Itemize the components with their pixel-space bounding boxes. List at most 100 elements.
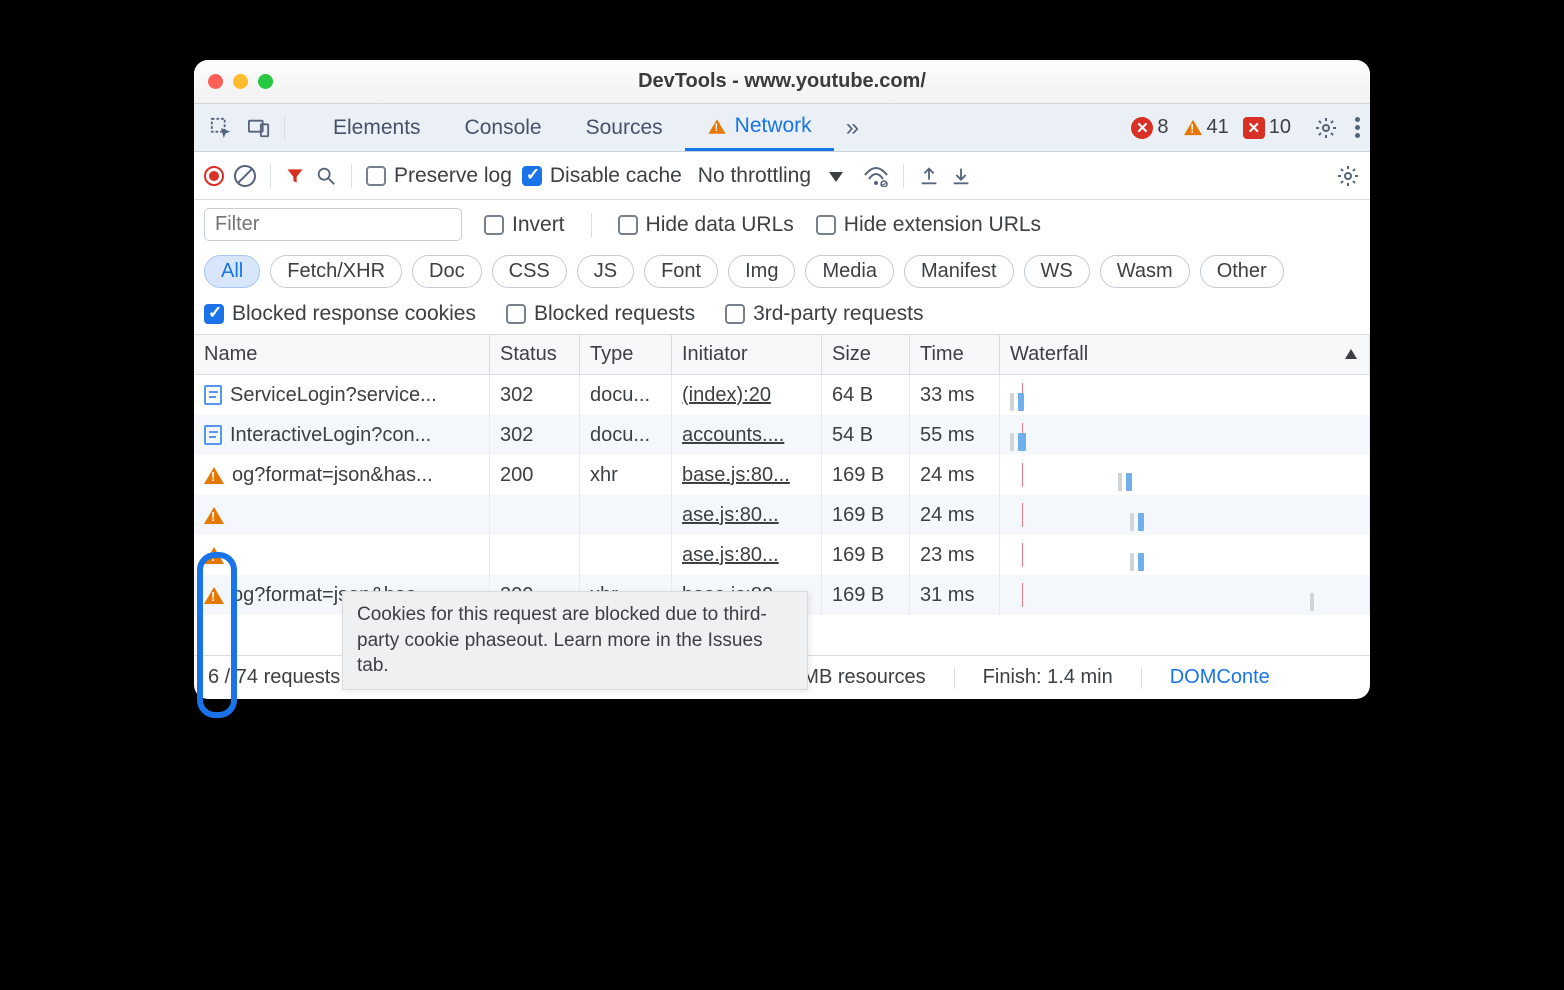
col-header-type[interactable]: Type [580,335,672,374]
warning-icon [204,507,224,524]
table-row[interactable]: ServiceLogin?service... 302docu... (index)… [194,375,1370,415]
waterfall-bar [1138,513,1144,531]
chip-js[interactable]: JS [577,255,634,288]
blocked-requests-checkbox[interactable]: Blocked requests [506,302,695,326]
status-cell [490,535,580,575]
col-header-initiator[interactable]: Initiator [672,335,822,374]
upload-har-icon[interactable] [918,165,940,187]
request-name: InteractiveLogin?con... [230,424,431,447]
more-tabs-icon[interactable]: » [846,114,859,142]
third-party-requests-checkbox[interactable]: 3rd-party requests [725,302,923,326]
invert-checkbox[interactable]: Invert [484,213,565,237]
warning-icon [1184,120,1202,135]
status-domcontent[interactable]: DOMConte [1170,666,1270,689]
chip-all[interactable]: All [204,255,260,288]
separator [591,213,592,237]
initiator-link[interactable]: ase.js:80... [682,544,779,567]
col-header-size[interactable]: Size [822,335,910,374]
chip-font[interactable]: Font [644,255,718,288]
search-icon[interactable] [315,165,337,187]
more-menu-icon[interactable] [1355,117,1360,138]
col-header-time[interactable]: Time [910,335,1000,374]
tab-elements[interactable]: Elements [311,104,443,151]
initiator-link[interactable]: ase.js:80... [682,504,779,527]
separator [954,667,955,689]
type-filter-chips: All Fetch/XHR Doc CSS JS Font Img Media … [194,249,1370,298]
table-row[interactable]: og?format=json&has...200xhrbase.js:80...… [194,455,1370,495]
throttling-select[interactable]: No throttling [698,164,843,188]
table-row[interactable]: ase.js:80...169 B23 ms [194,535,1370,575]
initiator-link[interactable]: base.js:80... [682,464,790,487]
network-conditions-icon[interactable] [863,165,889,187]
record-button[interactable] [204,166,224,186]
tab-console[interactable]: Console [443,104,564,151]
waterfall-bar [1126,473,1132,491]
separator [351,164,352,188]
hide-data-urls-checkbox[interactable]: Hide data URLs [618,213,794,237]
tab-sources[interactable]: Sources [564,104,685,151]
time-cell: 31 ms [910,575,1000,615]
document-icon [204,425,222,445]
type-cell [580,495,672,535]
device-toolbar-icon[interactable] [242,111,276,145]
filter-row: Invert Hide data URLs Hide extension URL… [194,200,1370,249]
network-settings-gear-icon[interactable] [1336,164,1360,188]
warning-counter[interactable]: 41 [1183,116,1229,139]
download-har-icon[interactable] [950,165,972,187]
dropdown-caret-icon [829,172,843,182]
initiator-link[interactable]: accounts.... [682,424,784,447]
settings-gear-icon[interactable] [1309,111,1343,145]
col-header-status[interactable]: Status [490,335,580,374]
tab-network[interactable]: Network [685,104,834,151]
preserve-log-checkbox[interactable]: Preserve log [366,164,512,188]
chip-css[interactable]: CSS [492,255,567,288]
time-cell: 24 ms [910,495,1000,535]
status-cell [490,495,580,535]
waterfall-queue-bar [1130,553,1134,571]
hide-extension-urls-checkbox[interactable]: Hide extension URLs [816,213,1041,237]
checkbox-checked-icon [204,304,224,324]
chip-media[interactable]: Media [805,255,893,288]
chip-img[interactable]: Img [728,255,795,288]
size-cell: 64 B [822,375,910,415]
chip-other[interactable]: Other [1200,255,1284,288]
error-counter[interactable]: ✕ 8 [1131,116,1168,139]
col-header-name[interactable]: Name [194,335,490,374]
waterfall-queue-bar [1010,393,1014,411]
tab-network-label: Network [735,114,812,138]
waterfall-queue-bar [1118,473,1122,491]
separator [1141,667,1142,689]
waterfall-bar [1018,433,1026,451]
inspect-element-icon[interactable] [204,111,238,145]
table-row[interactable]: ase.js:80... 169 B24 ms [194,495,1370,535]
chip-wasm[interactable]: Wasm [1100,255,1190,288]
disable-cache-checkbox[interactable]: Disable cache [522,164,682,188]
size-cell: 169 B [822,495,910,535]
request-name: ServiceLogin?service... [230,384,437,407]
blocked-response-cookies-checkbox[interactable]: Blocked response cookies [204,302,476,326]
critical-counter[interactable]: ✕ 10 [1243,116,1291,139]
status-cell: 302 [490,375,580,415]
waterfall-queue-bar [1130,513,1134,531]
chip-ws[interactable]: WS [1024,255,1090,288]
titlebar: DevTools - www.youtube.com/ [194,60,1370,104]
chip-doc[interactable]: Doc [412,255,482,288]
time-cell: 33 ms [910,375,1000,415]
filter-toggle-icon[interactable] [285,166,305,186]
initiator-link[interactable]: (index):20 [682,384,771,407]
chip-fetch-xhr[interactable]: Fetch/XHR [270,255,402,288]
table-row[interactable]: InteractiveLogin?con...302docu...account… [194,415,1370,455]
devtools-window: DevTools - www.youtube.com/ Elements Con… [194,60,1370,699]
filter-input[interactable] [204,208,462,241]
issue-counters: ✕ 8 41 ✕ 10 [1131,116,1291,139]
panel-tabs: Elements Console Sources Network [311,104,834,151]
chip-manifest[interactable]: Manifest [904,255,1014,288]
critical-icon: ✕ [1243,117,1265,139]
separator [903,164,904,188]
checkbox-icon [506,304,526,324]
clear-button[interactable] [234,165,256,187]
size-cell: 169 B [822,455,910,495]
type-cell: docu... [580,375,672,415]
sort-indicator-icon [1345,349,1357,359]
col-header-waterfall[interactable]: Waterfall [1000,335,1370,374]
